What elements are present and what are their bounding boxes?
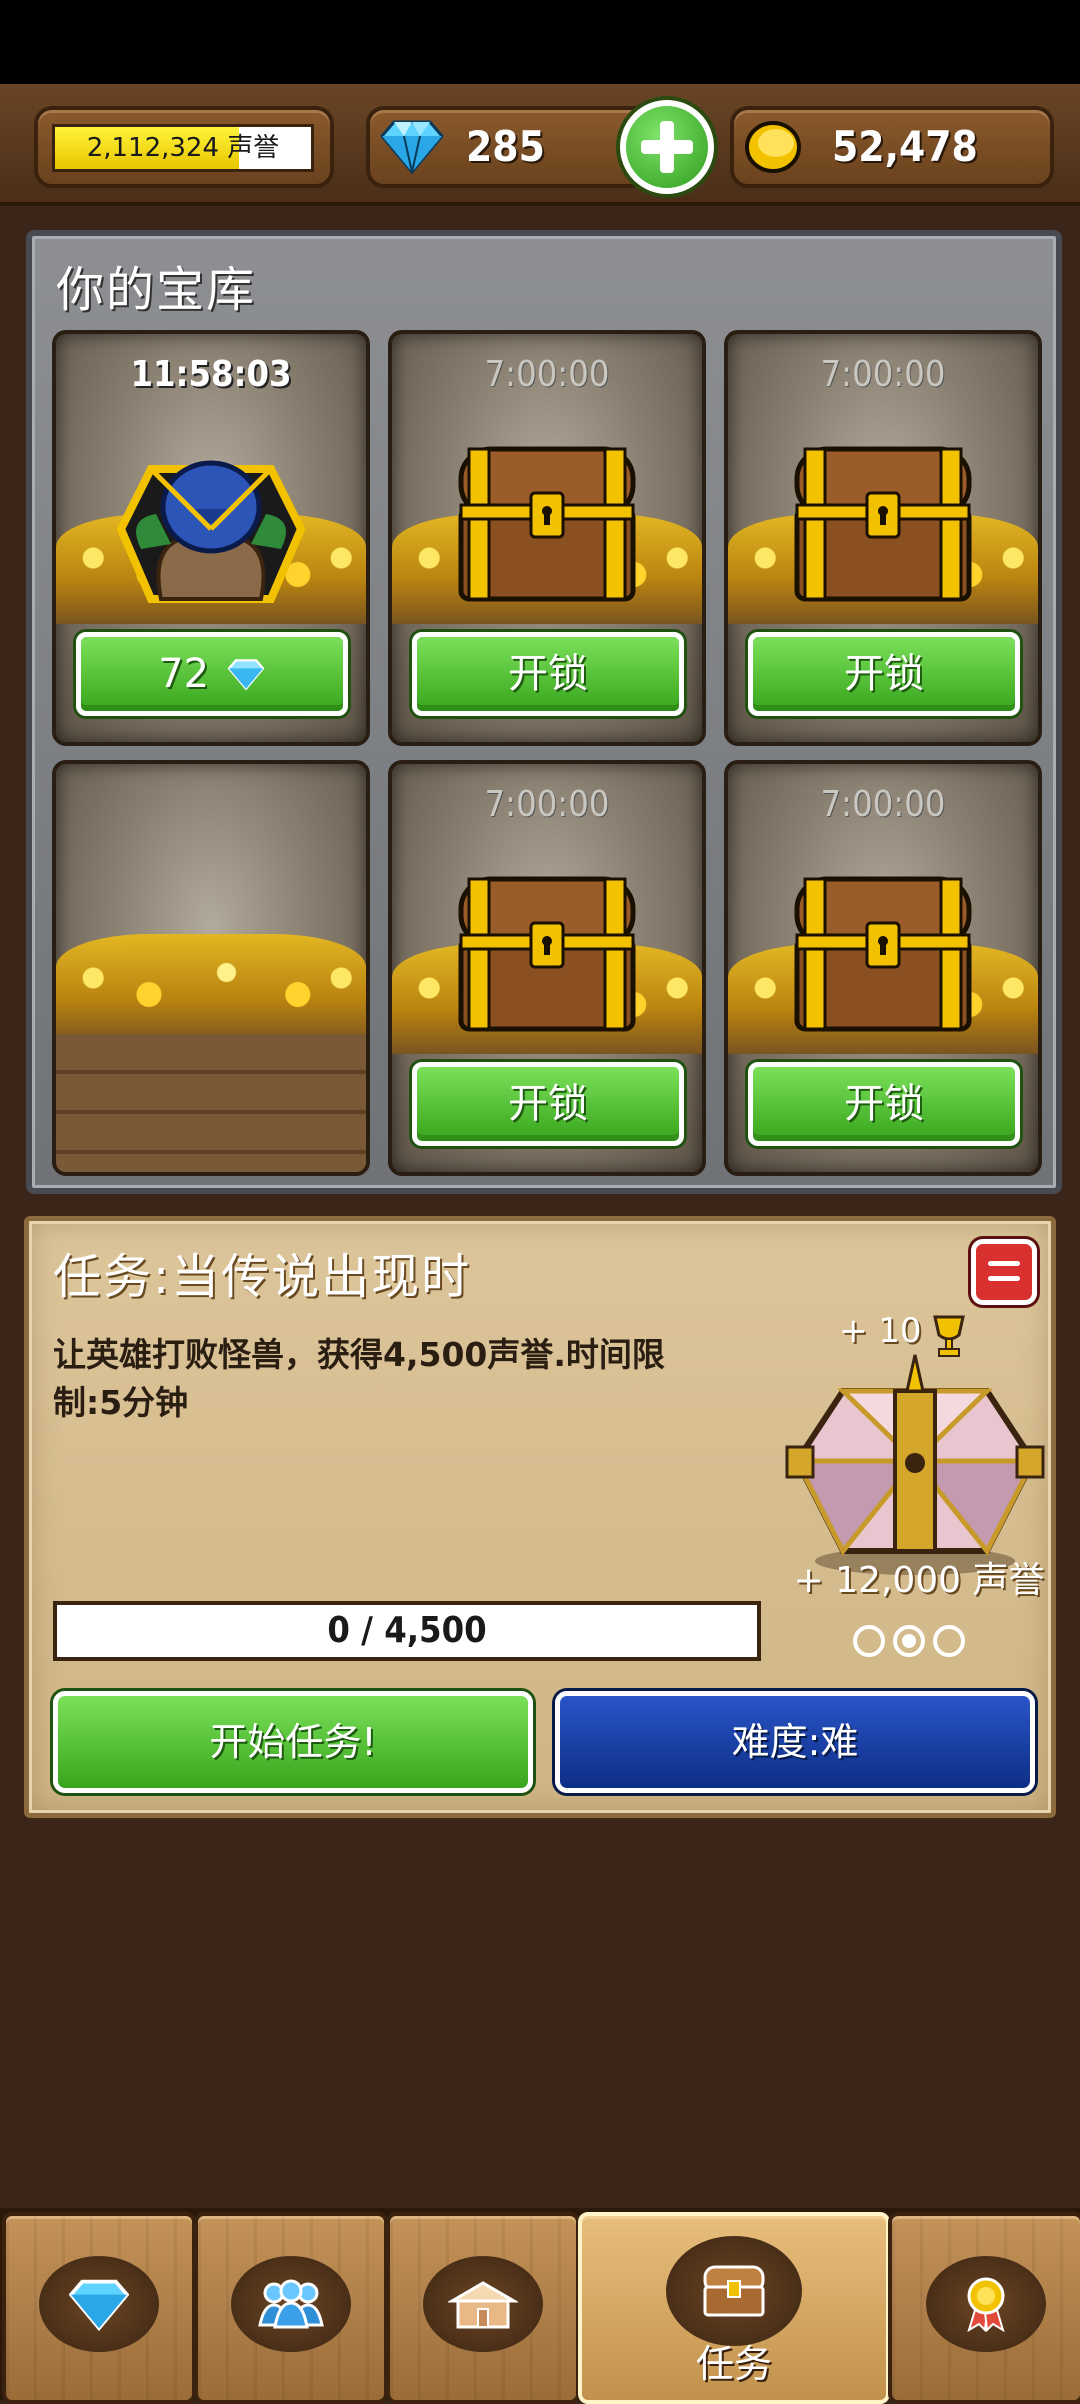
tab-quests[interactable]: 任务 bbox=[578, 2212, 890, 2404]
wooden-chest-icon bbox=[458, 876, 636, 1032]
slot-timer: 7:00:00 bbox=[484, 354, 610, 395]
wooden-chest-icon bbox=[794, 446, 972, 602]
vault-panel: 你的宝库 11:58:03 72 7:00:00 开锁 7:00:00 开锁 7… bbox=[26, 230, 1062, 1194]
vault-slot[interactable]: 7:00:00 开锁 bbox=[724, 760, 1042, 1176]
heroes-icon bbox=[258, 2279, 324, 2329]
prestige-value: 2,112,324 bbox=[86, 133, 220, 163]
medal-icon bbox=[967, 2277, 1005, 2332]
slot-timer: 7:00:00 bbox=[484, 784, 610, 825]
tab-quests-label: 任务 bbox=[695, 2342, 772, 2386]
prestige-counter: 2,112,324 声誉 bbox=[34, 106, 334, 188]
buildings-icon bbox=[448, 2281, 518, 2329]
slot-timer: 11:58:03 bbox=[130, 354, 292, 395]
status-strip bbox=[0, 0, 1080, 84]
gem-icon bbox=[69, 2279, 129, 2332]
vault-slot[interactable]: 7:00:00 开锁 bbox=[388, 760, 706, 1176]
tab-gems[interactable] bbox=[2, 2212, 196, 2404]
reward-prestige: + 12,000 声誉 bbox=[793, 1560, 1045, 1601]
quest-progress-bar: 0 / 4,500 bbox=[53, 1601, 761, 1661]
vault-slot[interactable]: 7:00:00 开锁 bbox=[388, 330, 706, 746]
chest-icon bbox=[703, 2265, 765, 2317]
gold-count: 52,478 bbox=[832, 122, 978, 171]
difficulty-stars bbox=[853, 1625, 965, 1657]
wooden-chest-icon bbox=[794, 876, 972, 1032]
quest-title: 任务:当传说出现时 bbox=[53, 1249, 472, 1305]
unlock-button[interactable]: 开锁 bbox=[748, 1062, 1020, 1146]
start-quest-button[interactable]: 开始任务! bbox=[53, 1691, 533, 1793]
gem-icon bbox=[227, 659, 265, 691]
quest-description: 让英雄打败怪兽，获得4,500声誉.时间限 制:5分钟 bbox=[53, 1335, 665, 1422]
vault-slot-empty bbox=[52, 760, 370, 1176]
speedup-cost: 72 bbox=[158, 651, 210, 697]
prestige-unit: 声誉 bbox=[227, 133, 280, 163]
unlock-button[interactable]: 开锁 bbox=[412, 632, 684, 716]
vault-title: 你的宝库 bbox=[56, 262, 257, 318]
reward-trophies: + 10 bbox=[839, 1311, 922, 1351]
quest-progress-text: 0 / 4,500 bbox=[327, 1610, 487, 1651]
buy-gems-button[interactable] bbox=[620, 100, 714, 194]
vault-slot[interactable]: 11:58:03 72 bbox=[52, 330, 370, 746]
rare-chest-icon bbox=[116, 460, 306, 603]
top-resource-bar: 2,112,324 声誉 285 52,478 bbox=[0, 84, 1080, 206]
unlock-button[interactable]: 开锁 bbox=[412, 1062, 684, 1146]
quest-panel: 任务:当传说出现时 让英雄打败怪兽，获得4,500声誉.时间限 制:5分钟 + … bbox=[24, 1216, 1056, 1818]
bottom-nav: 任务 bbox=[0, 2208, 1080, 2404]
speedup-button[interactable]: 72 bbox=[76, 632, 348, 716]
prestige-bar: 2,112,324 声誉 bbox=[52, 124, 314, 172]
tab-heroes[interactable] bbox=[194, 2212, 388, 2404]
coin-icon bbox=[745, 121, 801, 173]
tab-achievements[interactable] bbox=[888, 2212, 1080, 2404]
difficulty-button[interactable]: 难度:难 bbox=[555, 1691, 1035, 1793]
gold-counter: 52,478 bbox=[730, 106, 1054, 188]
slot-timer: 7:00:00 bbox=[820, 784, 946, 825]
gem-icon bbox=[380, 120, 444, 175]
gem-count: 285 bbox=[466, 122, 545, 171]
tab-buildings[interactable] bbox=[386, 2212, 580, 2404]
reward-chest-icon bbox=[785, 1354, 1045, 1575]
vault-slot[interactable]: 7:00:00 开锁 bbox=[724, 330, 1042, 746]
unlock-button[interactable]: 开锁 bbox=[748, 632, 1020, 716]
wooden-chest-icon bbox=[458, 446, 636, 602]
slot-timer: 7:00:00 bbox=[820, 354, 946, 395]
swap-quest-button[interactable] bbox=[971, 1239, 1037, 1305]
